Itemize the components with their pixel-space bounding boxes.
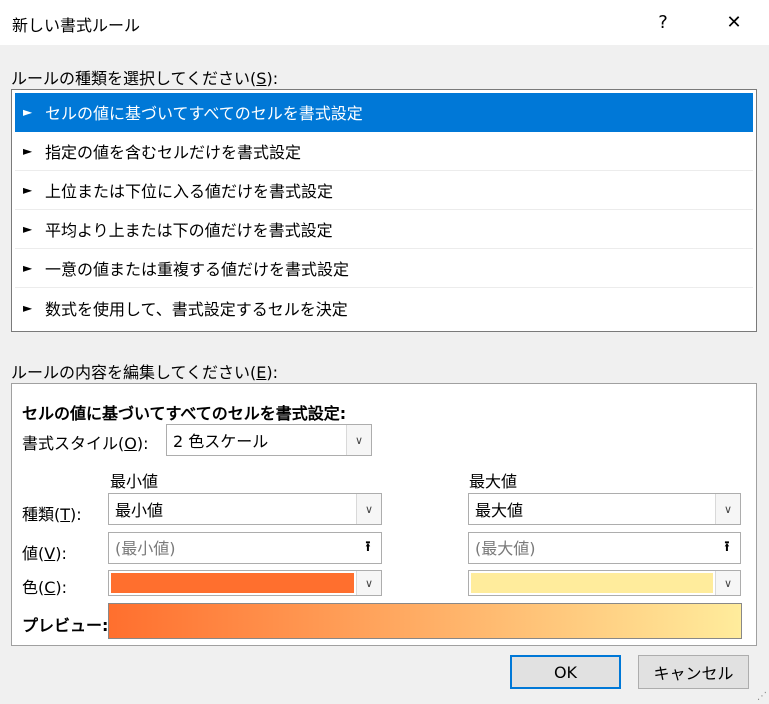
chevron-down-icon[interactable]: ∨: [356, 571, 381, 595]
ok-button[interactable]: OK: [510, 655, 621, 689]
edit-rule-panel: セルの値に基づいてすべてのセルを書式設定: 書式スタイル(O): 2 色スケール…: [11, 383, 757, 646]
max-header: 最大値: [469, 472, 518, 491]
min-value-input-box: ⭱: [108, 532, 382, 564]
min-color-swatch: [111, 573, 354, 593]
chevron-down-icon[interactable]: ∨: [346, 425, 371, 455]
rule-type-list[interactable]: ► セルの値に基づいてすべてのセルを書式設定 ► 指定の値を含むセルだけを書式設…: [11, 89, 757, 332]
min-type-dropdown[interactable]: 最小値 ∨: [108, 493, 382, 525]
window-title: 新しい書式ルール: [12, 16, 141, 35]
chevron-down-icon[interactable]: ∨: [356, 494, 381, 524]
rule-item-cell-value-all[interactable]: ► セルの値に基づいてすべてのセルを書式設定: [15, 93, 753, 132]
cancel-button[interactable]: キャンセル: [638, 655, 749, 689]
chevron-down-icon[interactable]: ∨: [715, 494, 740, 524]
min-color-picker[interactable]: ∨: [108, 570, 382, 596]
color-label: 色(C):: [22, 578, 68, 597]
edit-rule-label: ルールの内容を編集してください(E):: [11, 363, 279, 382]
max-value-input[interactable]: [469, 538, 714, 558]
chevron-down-icon[interactable]: ∨: [715, 571, 740, 595]
rule-item-unique-duplicate[interactable]: ► 一意の値または重複する値だけを書式設定: [15, 249, 753, 288]
rule-arrow-icon: ►: [23, 105, 33, 119]
format-style-value: 2 色スケール: [173, 432, 269, 451]
min-value-input[interactable]: [109, 538, 355, 558]
close-button[interactable]: ✕: [711, 0, 757, 45]
preview-label: プレビュー:: [22, 616, 109, 635]
max-type-value: 最大値: [475, 501, 524, 520]
title-bar: 新しい書式ルール ? ✕: [0, 0, 769, 45]
format-style-dropdown[interactable]: 2 色スケール ∨: [166, 424, 372, 456]
help-button[interactable]: ?: [640, 0, 686, 45]
panel-heading: セルの値に基づいてすべてのセルを書式設定:: [22, 404, 347, 423]
type-label: 種類(T):: [22, 505, 82, 524]
rule-item-label: 指定の値を含むセルだけを書式設定: [45, 143, 302, 162]
rule-arrow-icon: ►: [23, 222, 33, 236]
rule-item-label: 上位または下位に入る値だけを書式設定: [45, 182, 334, 201]
min-header: 最小値: [110, 472, 159, 491]
range-select-icon[interactable]: ⭱: [355, 533, 381, 563]
rule-arrow-icon: ►: [23, 261, 33, 275]
min-type-value: 最小値: [115, 501, 164, 520]
rule-arrow-icon: ►: [23, 183, 33, 197]
rule-arrow-icon: ►: [23, 144, 33, 158]
range-select-icon[interactable]: ⭱: [714, 533, 740, 563]
max-color-swatch: [471, 573, 713, 593]
rule-item-label: 一意の値または重複する値だけを書式設定: [45, 260, 350, 279]
resize-grip-icon[interactable]: ⋰: [757, 692, 767, 702]
format-style-label: 書式スタイル(O):: [22, 434, 149, 453]
rule-type-label: ルールの種類を選択してください(S):: [11, 69, 279, 88]
rule-item-label: セルの値に基づいてすべてのセルを書式設定: [45, 104, 363, 123]
rule-item-top-bottom[interactable]: ► 上位または下位に入る値だけを書式設定: [15, 171, 753, 210]
preview-gradient: [108, 603, 742, 639]
rule-arrow-icon: ►: [23, 300, 33, 315]
rule-item-label: 平均より上または下の値だけを書式設定: [45, 221, 333, 240]
max-value-input-box: ⭱: [468, 532, 741, 564]
value-label: 値(V):: [22, 544, 67, 563]
rule-item-above-below-average[interactable]: ► 平均より上または下の値だけを書式設定: [15, 210, 753, 249]
max-color-picker[interactable]: ∨: [468, 570, 741, 596]
max-type-dropdown[interactable]: 最大値 ∨: [468, 493, 741, 525]
rule-item-label: 数式を使用して、書式設定するセルを決定: [45, 299, 348, 319]
rule-item-contains[interactable]: ► 指定の値を含むセルだけを書式設定: [15, 132, 753, 171]
rule-item-formula[interactable]: ► 数式を使用して、書式設定するセルを決定: [15, 288, 753, 327]
